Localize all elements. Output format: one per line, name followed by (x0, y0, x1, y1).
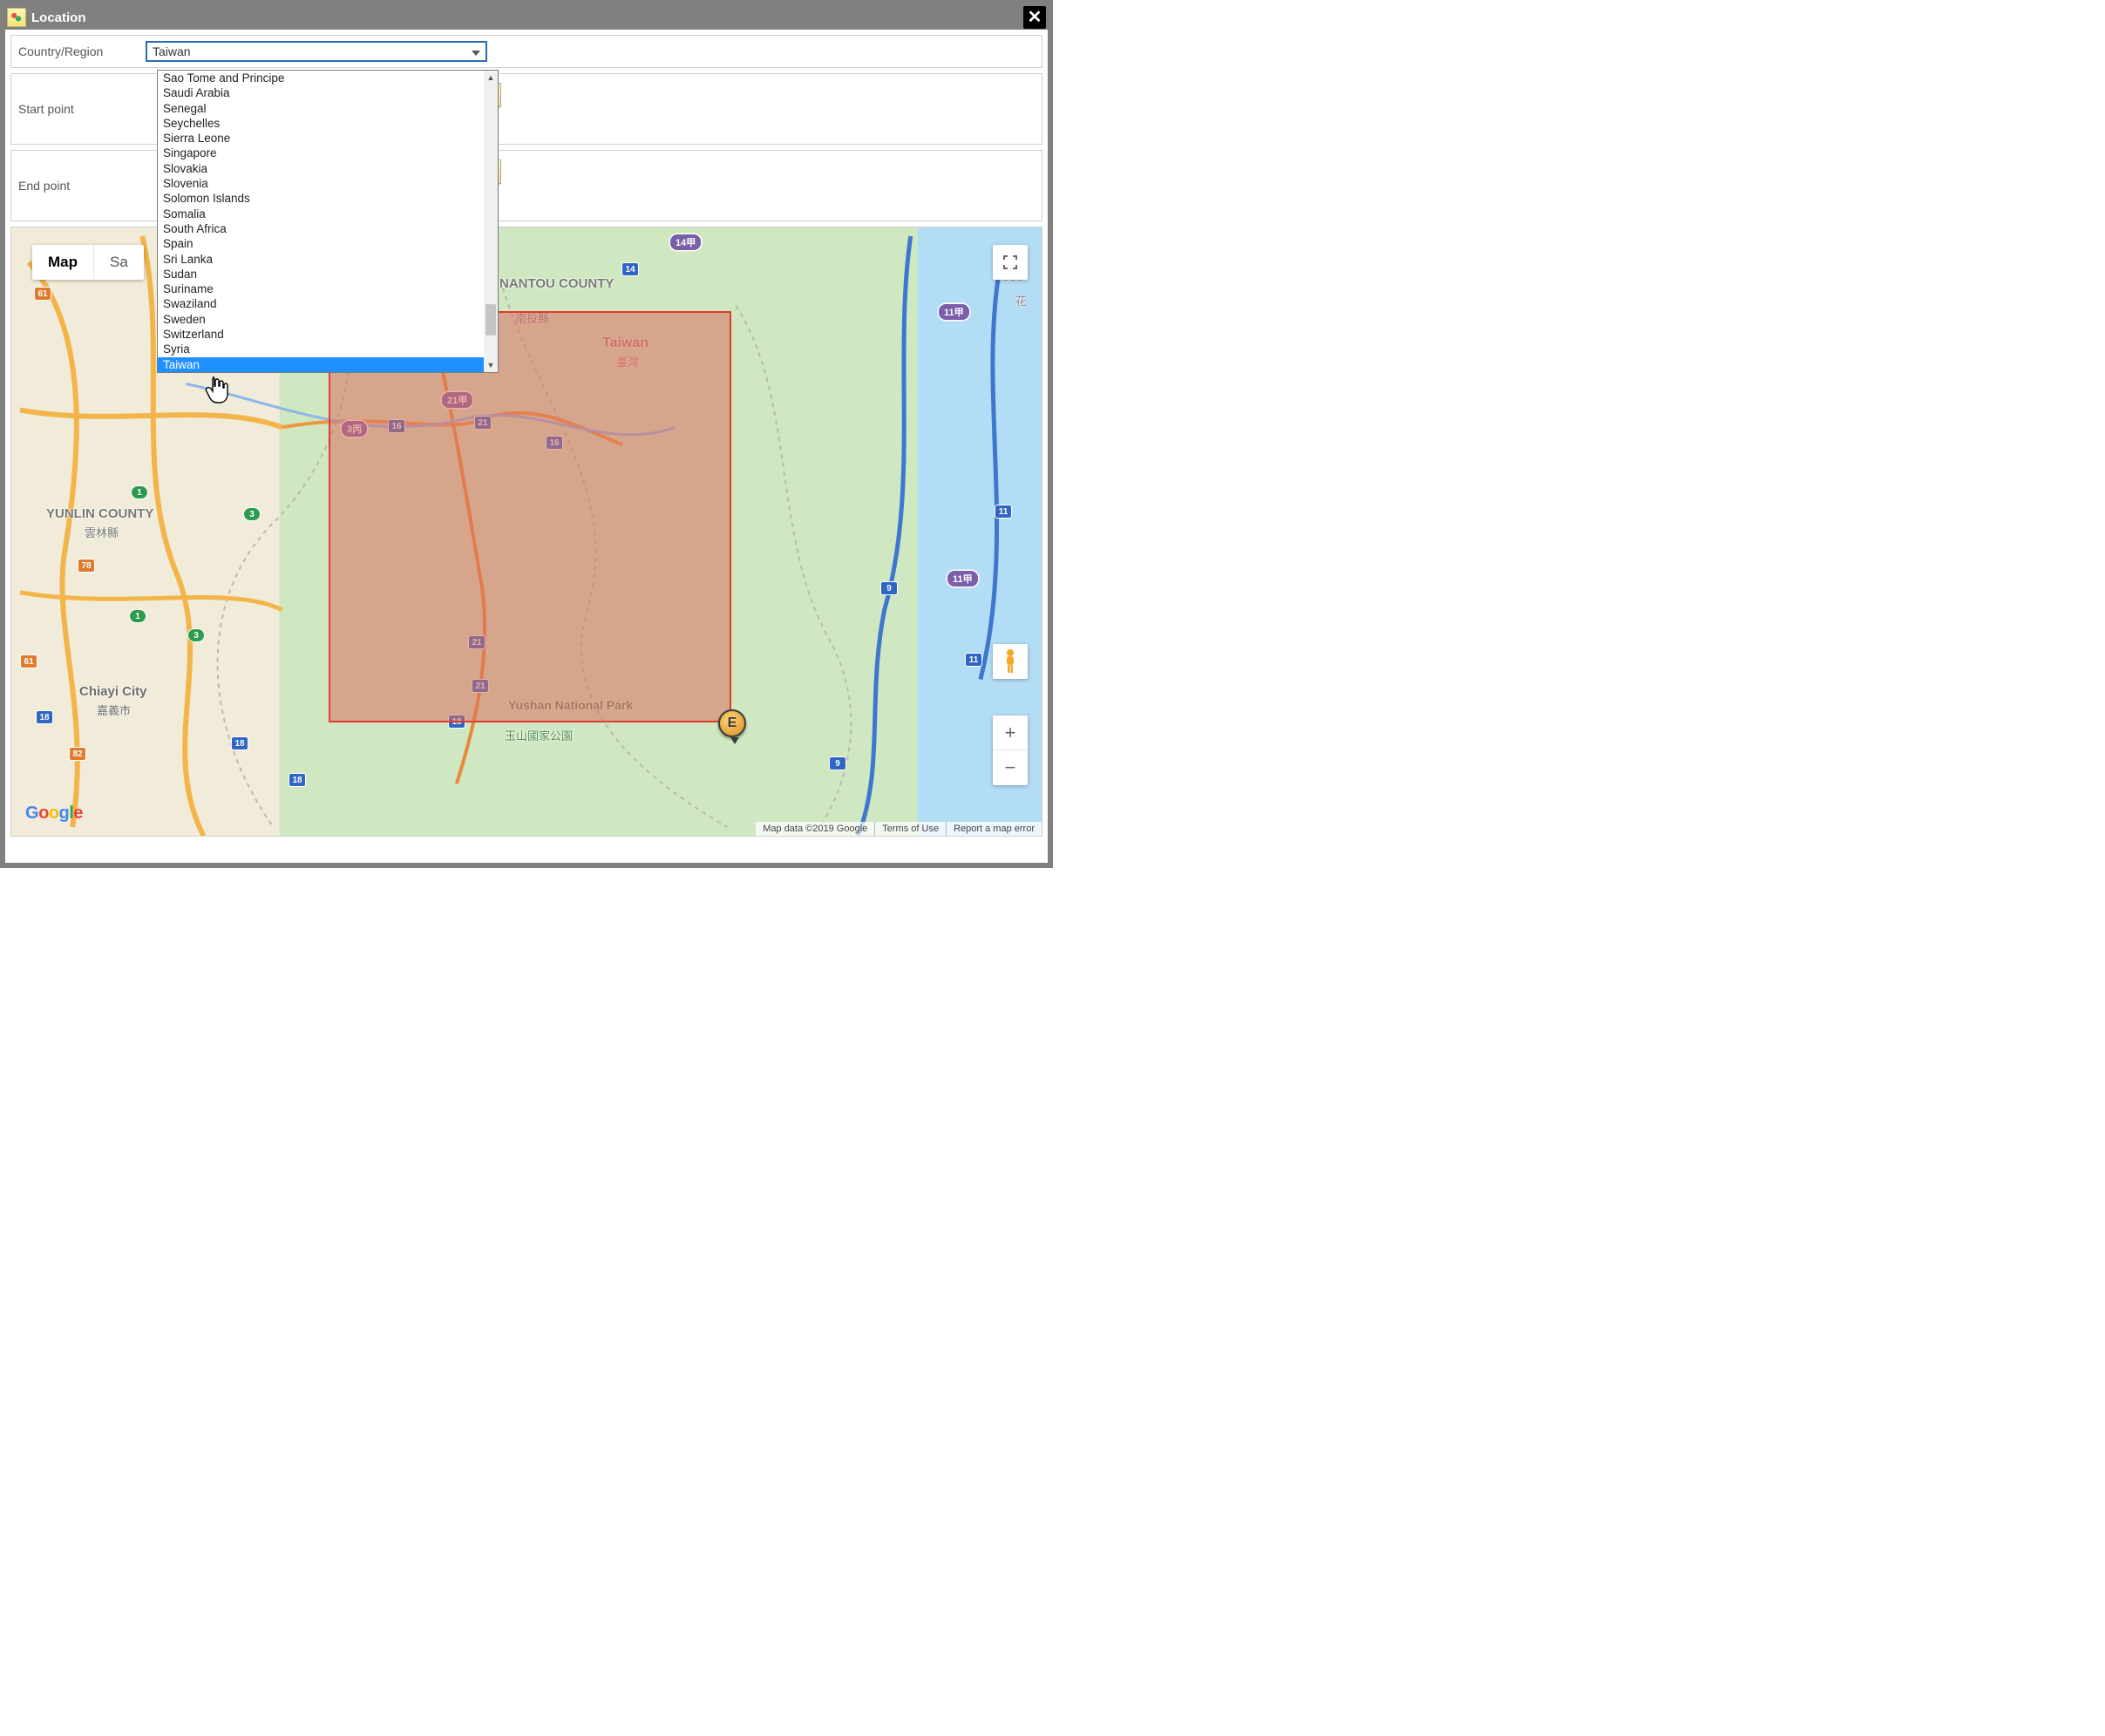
dropdown-option[interactable]: Slovenia (158, 176, 484, 191)
map-type-tabs: Map Sa (32, 245, 144, 280)
dropdown-option[interactable]: Sao Tome and Principe (158, 71, 484, 85)
dropdown-option[interactable]: Sierra Leone (158, 131, 484, 146)
country-region-label: Country/Region (18, 44, 146, 58)
scroll-down-icon[interactable]: ▼ (484, 358, 498, 372)
location-icon (7, 8, 26, 27)
fullscreen-icon (1002, 254, 1018, 270)
pegman-icon (1001, 648, 1020, 675)
scroll-thumb[interactable] (486, 304, 496, 336)
dropdown-option[interactable]: Suriname (158, 281, 484, 296)
map-tab-satellite[interactable]: Sa (94, 245, 144, 280)
dropdown-option[interactable]: Saudi Arabia (158, 85, 484, 100)
dropdown-list-items: Sao Tome and PrincipeSaudi ArabiaSenegal… (158, 71, 484, 372)
scroll-up-icon[interactable]: ▲ (484, 71, 498, 85)
window-title: Location (31, 10, 1023, 25)
start-point-label: Start point (18, 102, 146, 116)
map-pegman-button[interactable] (993, 644, 1028, 679)
dropdown-option[interactable]: Somalia (158, 207, 484, 221)
dropdown-option[interactable]: Sweden (158, 312, 484, 327)
dropdown-option[interactable]: Singapore (158, 146, 484, 160)
dropdown-option[interactable]: Senegal (158, 101, 484, 116)
dropdown-option[interactable]: Syria (158, 342, 484, 356)
dropdown-option[interactable]: Switzerland (158, 327, 484, 342)
map-footer: Map data ©2019 Google Terms of Use Repor… (756, 822, 1042, 836)
map-fullscreen-button[interactable] (993, 245, 1028, 280)
dropdown-scrollbar[interactable]: ▲ ▼ (484, 71, 498, 372)
dropdown-option[interactable]: Spain (158, 236, 484, 251)
country-region-select[interactable]: Taiwan (146, 41, 487, 62)
country-region-panel: Country/Region Taiwan (10, 35, 1042, 68)
dropdown-option[interactable]: Swaziland (158, 296, 484, 311)
dropdown-option[interactable]: Seychelles (158, 116, 484, 131)
map-tab-map[interactable]: Map (32, 245, 94, 280)
map-end-marker[interactable]: E (718, 709, 746, 737)
close-button[interactable]: ✕ (1023, 6, 1046, 29)
map-zoom-out-button[interactable]: − (993, 750, 1028, 785)
dropdown-option[interactable]: South Africa (158, 221, 484, 236)
country-region-dropdown-list[interactable]: Sao Tome and PrincipeSaudi ArabiaSenegal… (157, 70, 499, 373)
map-terms-link[interactable]: Terms of Use (874, 822, 946, 836)
map-report-link[interactable]: Report a map error (946, 822, 1042, 836)
location-dialog: Location ✕ Country/Region Taiwan Start p… (0, 0, 1053, 868)
dropdown-option[interactable]: Taiwan (158, 357, 484, 372)
end-point-label: End point (18, 179, 146, 193)
dropdown-option[interactable]: Sri Lanka (158, 252, 484, 267)
country-region-selected-value: Taiwan (153, 44, 191, 58)
dropdown-option[interactable]: Sudan (158, 267, 484, 281)
dropdown-option[interactable]: Slovakia (158, 161, 484, 176)
map-attribution: Map data ©2019 Google (756, 822, 874, 836)
dropdown-option[interactable]: Solomon Islands (158, 191, 484, 206)
map-zoom-in-button[interactable]: + (993, 715, 1028, 750)
map-zoom-controls: + − (993, 715, 1028, 785)
titlebar: Location ✕ (5, 5, 1048, 30)
